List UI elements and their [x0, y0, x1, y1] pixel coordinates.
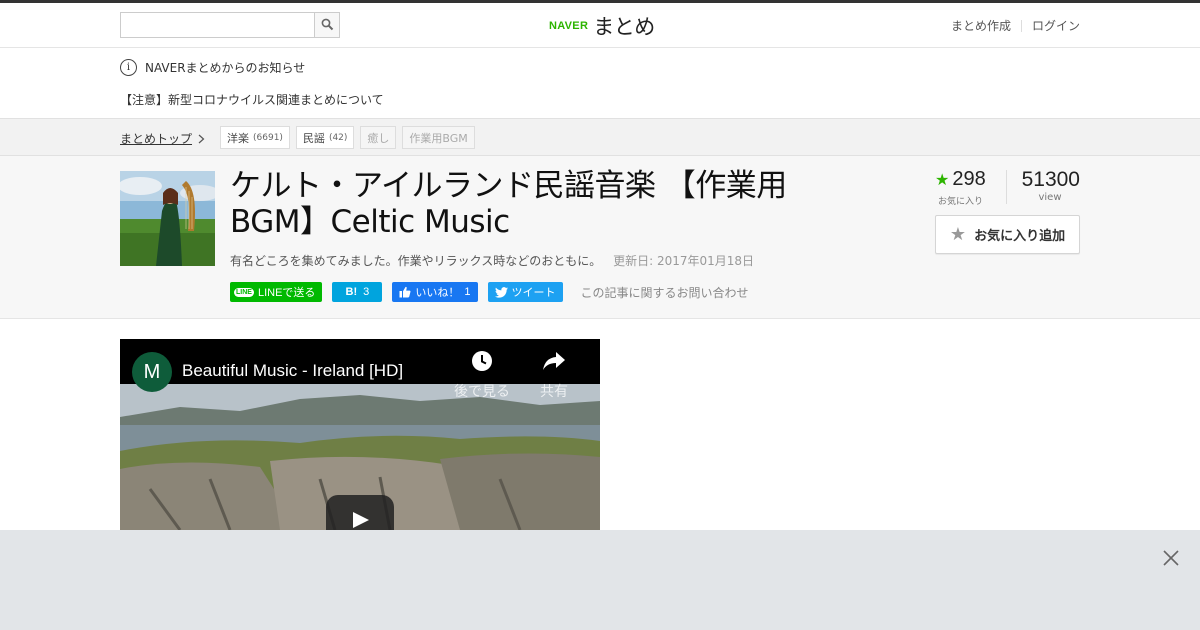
header-divider [1020, 19, 1022, 32]
add-favorite-label: お気に入り追加 [974, 229, 1066, 244]
updated-date: 更新日: 2017年01月18日 [613, 254, 755, 268]
search-icon [321, 18, 334, 31]
video-share-button[interactable]: 共有 [524, 350, 584, 401]
stats-divider [1006, 170, 1007, 204]
search-input[interactable] [121, 13, 315, 37]
breadcrumb-bar: まとめトップ 洋楽 (6691) 民謡 (42) 癒し 作業用BGM [0, 118, 1200, 156]
site-header: NAVER まとめ まとめ作成 ログイン [0, 3, 1200, 48]
share-arrow-icon [543, 352, 565, 370]
line-share-label: LINEで送る [257, 287, 316, 299]
clock-icon [472, 351, 492, 371]
contact-link[interactable]: この記事に関するお問い合わせ [581, 284, 749, 301]
favorites-label: お気に入り [938, 197, 984, 207]
close-icon[interactable] [1162, 549, 1180, 567]
video-player[interactable]: M Beautiful Music - Ireland [HD] 後で見る 共有 [120, 339, 600, 530]
article-header: ケルト・アイルランド民謡音楽 【作業用BGM】Celtic Music 有名どこ… [0, 156, 1200, 319]
article-stats: ★ 298 お気に入り 51300 view [935, 168, 1080, 208]
notice-item-link[interactable]: 【注意】新型コロナウイルス関連まとめについて [120, 91, 384, 108]
tag-item[interactable]: 洋楽 (6691) [220, 126, 290, 149]
line-icon: LINE [234, 287, 254, 297]
play-button[interactable] [326, 495, 394, 530]
logo-service: まとめ [593, 15, 655, 39]
tag-label: 民謡 [302, 131, 325, 145]
star-icon: ★ [949, 224, 967, 245]
search-button[interactable] [314, 13, 339, 37]
info-icon: i [120, 58, 137, 76]
view-label: view [1038, 192, 1062, 203]
facebook-like-button[interactable]: いいね！ 1 [392, 282, 478, 302]
tag-count: (42) [328, 132, 348, 143]
breadcrumb-home-label: まとめトップ [120, 132, 193, 146]
notice-title: NAVERまとめからのお知らせ [145, 60, 306, 75]
logo-brand: NAVER [549, 20, 589, 32]
header-links: まとめ作成 ログイン [951, 17, 1080, 34]
video-title[interactable]: Beautiful Music - Ireland [HD] [182, 361, 403, 381]
search-box [120, 12, 340, 38]
tag-label: 作業用BGM [409, 131, 468, 145]
ad-banner [0, 530, 1200, 630]
twitter-bird-icon [494, 286, 508, 298]
create-matome-link[interactable]: まとめ作成 [951, 17, 1011, 34]
facebook-like-count: 1 [464, 286, 471, 298]
thumbs-up-icon [399, 286, 411, 298]
notice-header: i NAVERまとめからのお知らせ [120, 58, 305, 76]
tag-count: (6691) [253, 132, 283, 143]
hatena-icon: B! [345, 286, 358, 298]
tag-item[interactable]: 民謡 (42) [295, 126, 355, 149]
site-logo[interactable]: NAVER まとめ [549, 11, 655, 41]
tag-label: 癒し [367, 131, 390, 145]
hatena-bookmark-button[interactable]: B! 3 [332, 282, 383, 302]
hatena-count: 3 [363, 286, 370, 298]
favorites-count: ★ 298 [935, 168, 1005, 191]
line-share-button[interactable]: LINE LINEで送る [230, 282, 323, 302]
watch-later-label: 後で見る [454, 384, 510, 400]
tweet-label: ツイート [511, 287, 556, 299]
view-count: 51300 [1021, 168, 1080, 191]
facebook-like-label: いいね！ [415, 287, 460, 299]
login-link[interactable]: ログイン [1032, 17, 1080, 34]
description-text: 有名どころを集めてみました。作業やリラックス時などのおともに。 [230, 254, 602, 268]
channel-avatar[interactable]: M [132, 352, 172, 392]
add-favorite-button[interactable]: ★ お気に入り追加 [935, 215, 1080, 254]
breadcrumb-home-link[interactable]: まとめトップ [120, 130, 205, 147]
tag-item[interactable]: 癒し [360, 126, 397, 149]
favorites-value: 298 [952, 168, 986, 190]
tag-list: 洋楽 (6691) 民謡 (42) 癒し 作業用BGM [220, 126, 475, 149]
tweet-button[interactable]: ツイート [487, 282, 563, 302]
article-thumbnail [120, 171, 215, 266]
tag-label: 洋楽 [227, 131, 249, 145]
video-share-label: 共有 [540, 384, 568, 400]
share-buttons: LINE LINEで送る B! 3 いいね！ 1 ツイート この記事に関するお問… [230, 282, 749, 302]
watch-later-button[interactable]: 後で見る [452, 350, 512, 401]
star-icon: ★ [935, 171, 950, 189]
tag-item[interactable]: 作業用BGM [402, 126, 475, 149]
play-icon [353, 512, 369, 528]
article-description: 有名どころを集めてみました。作業やリラックス時などのおともに。 更新日: 201… [230, 252, 754, 269]
article-title: ケルト・アイルランド民謡音楽 【作業用BGM】Celtic Music [230, 168, 787, 240]
chevron-right-icon [198, 134, 205, 143]
